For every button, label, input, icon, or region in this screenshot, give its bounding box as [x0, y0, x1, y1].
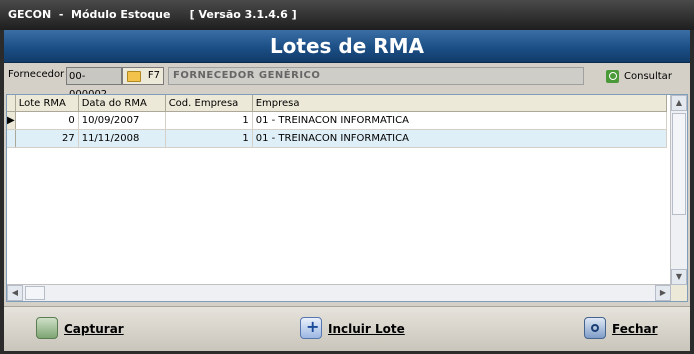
- row-indicator-empty: [7, 129, 16, 148]
- supplier-lookup-button[interactable]: F7: [122, 67, 164, 85]
- capture-icon: [36, 317, 58, 339]
- supplier-name-field: FORNECEDOR GENÉRICO: [168, 67, 584, 85]
- app-window: GECON - Módulo Estoque [ Versão 3.1.4.6 …: [0, 0, 694, 354]
- window-title: GECON - Módulo Estoque [ Versão 3.1.4.6 …: [0, 0, 694, 30]
- consult-label: Consultar: [624, 71, 672, 82]
- horizontal-scroll-thumb[interactable]: [25, 286, 45, 300]
- power-icon: [584, 317, 606, 339]
- cell-empresa[interactable]: 01 - TREINACON INFORMATICA: [252, 129, 667, 148]
- add-icon: [300, 315, 322, 339]
- cell-lote[interactable]: 0: [15, 111, 79, 130]
- cell-data[interactable]: 11/11/2008: [78, 129, 166, 148]
- cell-cod-empresa[interactable]: 1: [165, 129, 253, 148]
- capture-button[interactable]: Capturar: [36, 317, 136, 341]
- include-batch-button[interactable]: Incluir Lote: [300, 315, 420, 341]
- vertical-scrollbar[interactable]: ▲ ▼: [670, 95, 687, 285]
- table-row[interactable]: ▶ 0 10/09/2007 1 01 - TREINACON INFORMAT…: [7, 111, 667, 130]
- close-label: Fechar: [612, 322, 658, 336]
- cell-empresa[interactable]: 01 - TREINACON INFORMATICA: [252, 111, 667, 130]
- scroll-right-icon[interactable]: ▶: [655, 285, 671, 301]
- include-batch-label: Incluir Lote: [328, 322, 405, 336]
- grid-header-row: Lote RMA Data do RMA Cod. Empresa Empres…: [7, 95, 667, 112]
- column-header-cod-empresa[interactable]: Cod. Empresa: [165, 95, 253, 112]
- supplier-row: Fornecedor 00-000002 F7 FORNECEDOR GENÉR…: [4, 64, 690, 100]
- rma-batches-grid[interactable]: Lote RMA Data do RMA Cod. Empresa Empres…: [6, 94, 688, 302]
- cell-lote[interactable]: 27: [15, 129, 79, 148]
- consult-button[interactable]: Consultar: [606, 67, 686, 87]
- search-icon: [606, 70, 619, 83]
- horizontal-scrollbar[interactable]: ◀ ▶: [7, 284, 671, 301]
- column-header-lote[interactable]: Lote RMA: [15, 95, 79, 112]
- header-indicator-cell: [7, 95, 16, 112]
- lookup-key-label: F7: [147, 70, 160, 81]
- column-header-empresa[interactable]: Empresa: [252, 95, 667, 112]
- supplier-label: Fornecedor: [8, 69, 65, 80]
- supplier-code-field[interactable]: 00-000002: [66, 67, 122, 100]
- page-title: Lotes de RMA: [4, 30, 690, 63]
- scroll-down-icon[interactable]: ▼: [671, 269, 687, 285]
- grid-table: Lote RMA Data do RMA Cod. Empresa Empres…: [7, 95, 667, 148]
- scroll-up-icon[interactable]: ▲: [671, 95, 687, 111]
- cell-cod-empresa[interactable]: 1: [165, 111, 253, 130]
- capture-label: Capturar: [64, 322, 124, 336]
- vertical-scroll-thumb[interactable]: [672, 113, 686, 215]
- folder-icon: [127, 71, 141, 82]
- table-row[interactable]: 27 11/11/2008 1 01 - TREINACON INFORMATI…: [7, 129, 667, 148]
- footer-toolbar: Capturar Incluir Lote Fechar: [4, 306, 690, 351]
- scroll-left-icon[interactable]: ◀: [7, 285, 23, 301]
- cell-data[interactable]: 10/09/2007: [78, 111, 166, 130]
- row-indicator: ▶: [7, 111, 16, 130]
- column-header-data[interactable]: Data do RMA: [78, 95, 166, 112]
- close-button[interactable]: Fechar: [584, 317, 674, 341]
- scroll-corner: [671, 285, 687, 301]
- window-client: Lotes de RMA Fornecedor 00-000002 F7 FOR…: [4, 30, 690, 351]
